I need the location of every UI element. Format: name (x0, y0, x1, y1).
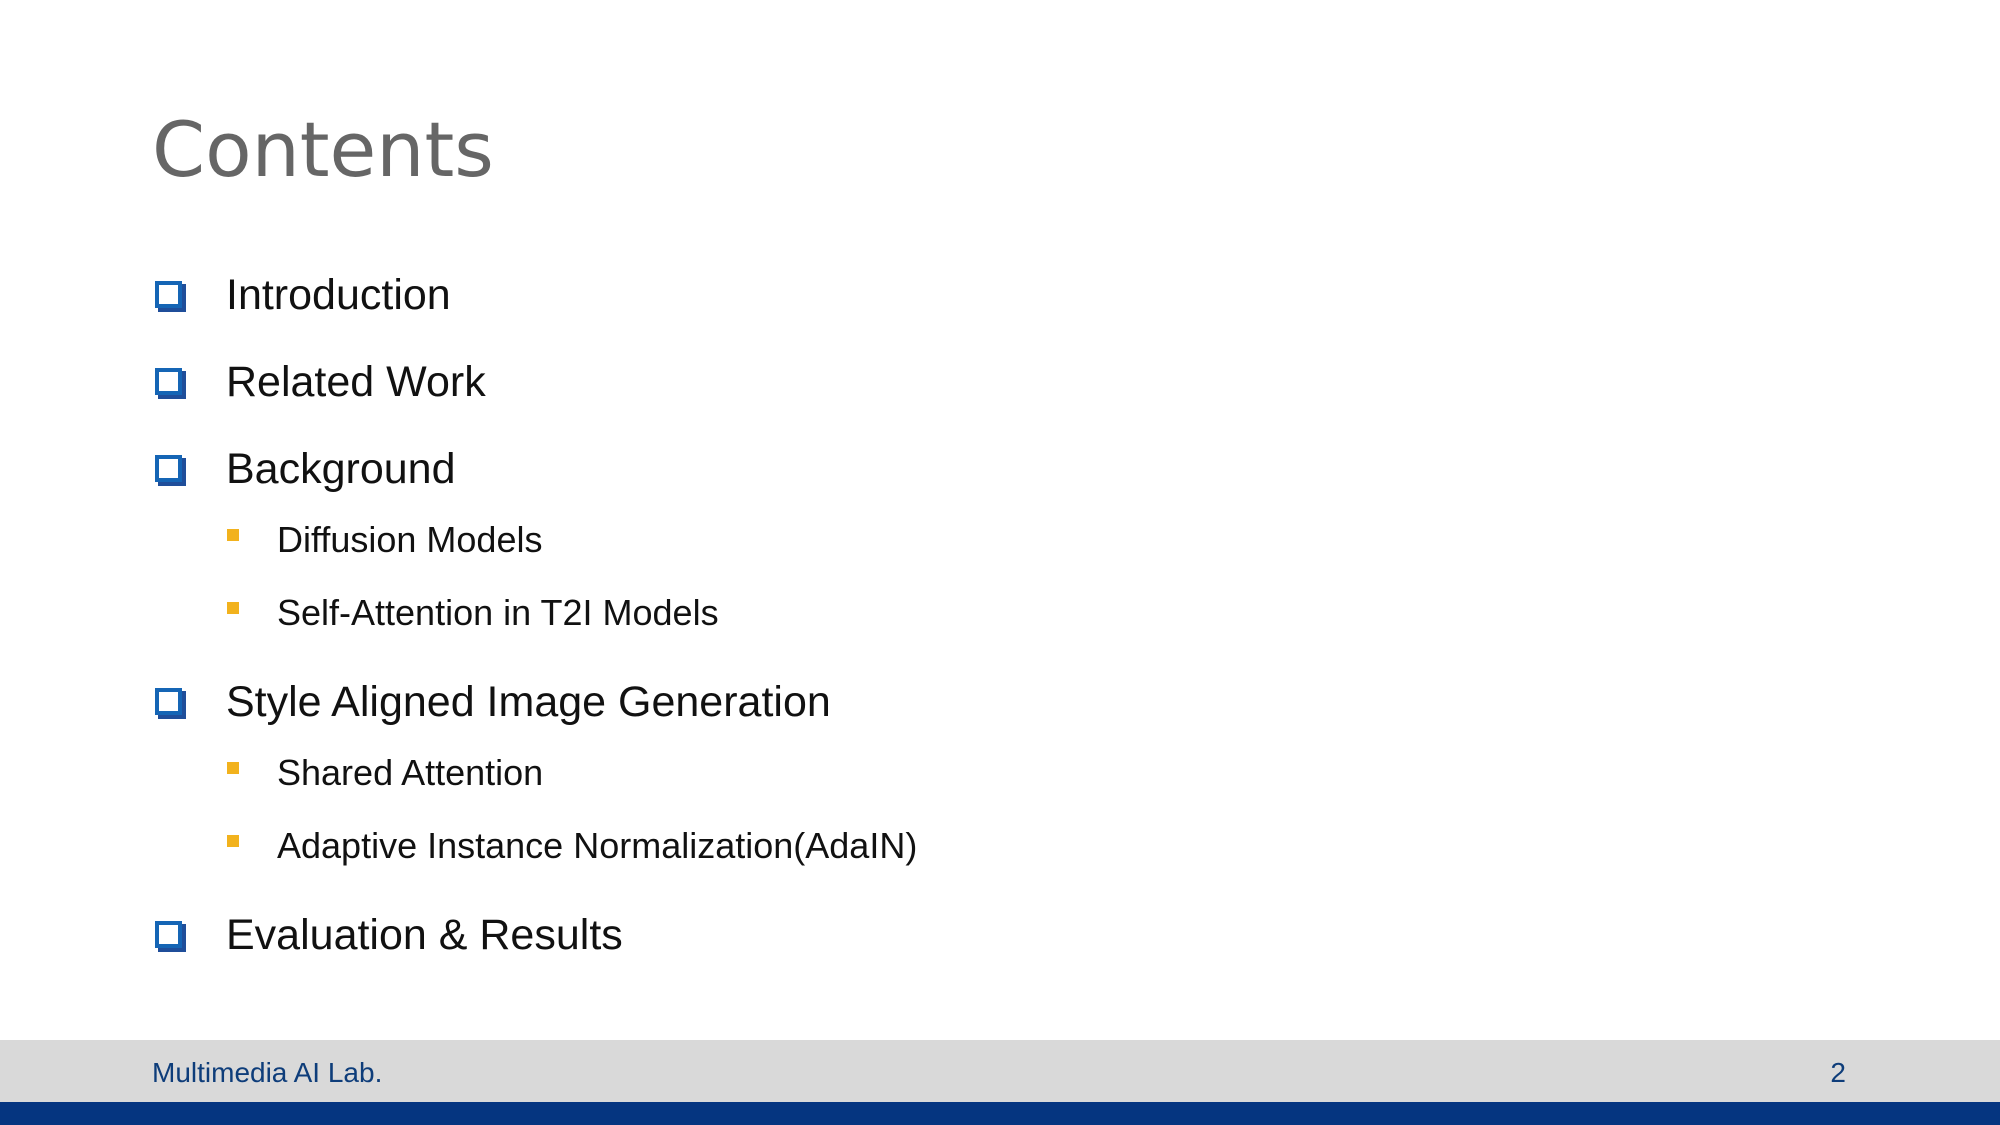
toc-item-label: Introduction (226, 270, 451, 319)
bottom-accent-bar (0, 1102, 2000, 1125)
toc-item-label: Style Aligned Image Generation (226, 677, 831, 726)
square-bullet-icon (227, 835, 239, 847)
toc-subitem-shared-attention: Shared Attention (227, 738, 543, 808)
toc-item-style-aligned-image-generation: Style Aligned Image Generation (152, 667, 831, 737)
checkbox-icon (152, 685, 186, 719)
toc-item-label: Related Work (226, 357, 486, 406)
toc-item-introduction: Introduction (152, 260, 451, 330)
toc-subitem-label: Shared Attention (277, 752, 544, 793)
toc-item-label: Evaluation & Results (226, 910, 623, 959)
toc-subitem-diffusion-models: Diffusion Models (227, 505, 542, 575)
toc-subitem-label: Adaptive Instance Normalization(AdaIN) (277, 825, 918, 866)
checkbox-icon (152, 452, 186, 486)
checkbox-icon (152, 278, 186, 312)
toc-subitem-label: Diffusion Models (277, 519, 543, 560)
toc-item-label: Background (226, 444, 456, 493)
toc-item-evaluation-results: Evaluation & Results (152, 900, 623, 970)
square-bullet-icon (227, 762, 239, 774)
checkbox-icon (152, 918, 186, 952)
toc-subitem-self-attention: Self-Attention in T2I Models (227, 578, 719, 648)
toc-item-background: Background (152, 434, 456, 504)
square-bullet-icon (227, 602, 239, 614)
toc-item-related-work: Related Work (152, 347, 486, 417)
page-number: 2 (1830, 1057, 1846, 1088)
toc-subitem-adain: Adaptive Instance Normalization(AdaIN) (227, 811, 917, 881)
slide-title: Contents (152, 105, 494, 194)
square-bullet-icon (227, 529, 239, 541)
checkbox-icon (152, 365, 186, 399)
footer-band: Multimedia AI Lab. 2 (0, 1040, 2000, 1102)
footer-lab-name: Multimedia AI Lab. (152, 1057, 383, 1088)
toc-subitem-label: Self-Attention in T2I Models (277, 592, 719, 633)
